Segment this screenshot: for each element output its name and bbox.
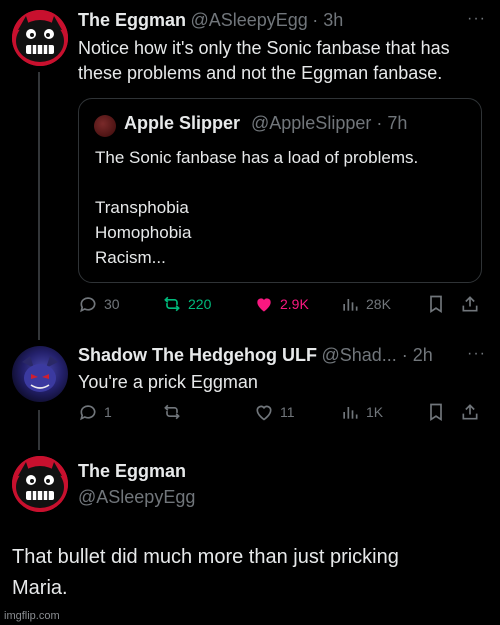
like-count: 11: [280, 404, 295, 420]
views-count: 1K: [366, 404, 384, 420]
views-icon: [343, 407, 358, 419]
author-name[interactable]: The Eggman: [78, 461, 195, 482]
thread-line-2: [38, 410, 40, 450]
retweet-button[interactable]: 220: [162, 294, 211, 314]
watermark: imgflip.com: [4, 610, 60, 622]
author-handle[interactable]: @Shad... · 2h: [321, 345, 432, 365]
reply-icon: [80, 297, 96, 313]
post-text: Notice how it's only the Sonic fanbase t…: [78, 38, 450, 83]
quoted-avatar: [94, 115, 116, 137]
more-options-button[interactable]: ···: [467, 10, 486, 28]
post-actions: 30 220 2.9K 28K: [78, 294, 488, 318]
avatar[interactable]: [12, 346, 68, 402]
reply-icon: [80, 405, 96, 421]
heart-filled-icon: [257, 298, 271, 312]
avatar[interactable]: [12, 456, 68, 512]
reply-count: 1: [104, 404, 112, 420]
post-text: That bullet did much more than just pric…: [12, 546, 399, 599]
post-time[interactable]: · 3h: [312, 10, 343, 30]
thread-line-1: [38, 72, 40, 340]
author-name[interactable]: The Eggman: [78, 10, 186, 30]
quoted-author-name: Apple Slipper: [124, 113, 241, 133]
share-button[interactable]: [460, 294, 480, 314]
retweet-count: 220: [188, 296, 212, 312]
retweet-icon: [164, 404, 180, 420]
reply-button[interactable]: 1: [78, 402, 112, 422]
views-button[interactable]: 28K: [340, 294, 391, 314]
share-icon: [462, 296, 478, 312]
retweet-button[interactable]: [162, 402, 188, 422]
bookmark-button[interactable]: [426, 294, 446, 314]
bookmark-button[interactable]: [426, 402, 446, 422]
share-icon: [462, 404, 478, 420]
retweet-icon: [164, 296, 180, 312]
like-button[interactable]: 2.9K: [254, 294, 309, 314]
quoted-post[interactable]: Apple Slipper @AppleSlipper · 7h The Son…: [78, 98, 482, 283]
avatar[interactable]: [12, 10, 68, 66]
author-name[interactable]: Shadow The Hedgehog ULF: [78, 345, 317, 365]
quoted-author-handle: @AppleSlipper · 7h: [251, 113, 408, 133]
post-text: You're a prick Eggman: [78, 372, 258, 392]
bookmark-icon: [430, 403, 442, 422]
author-handle[interactable]: @ASleepyEgg: [78, 487, 195, 508]
views-count: 28K: [366, 296, 391, 312]
author-handle[interactable]: @ASleepyEgg: [190, 10, 307, 30]
bookmark-icon: [430, 295, 442, 314]
heart-icon: [256, 405, 272, 421]
reply-count: 30: [104, 296, 120, 312]
like-count: 2.9K: [280, 296, 309, 312]
quoted-text: The Sonic fanbase has a load of problems…: [95, 148, 419, 267]
like-button[interactable]: 11: [254, 402, 295, 422]
reply-button[interactable]: 30: [78, 294, 120, 314]
views-icon: [343, 299, 358, 311]
share-button[interactable]: [460, 402, 480, 422]
views-button[interactable]: 1K: [340, 402, 383, 422]
more-options-button[interactable]: ···: [467, 345, 486, 363]
post-actions: 1 11 1K: [78, 402, 488, 426]
